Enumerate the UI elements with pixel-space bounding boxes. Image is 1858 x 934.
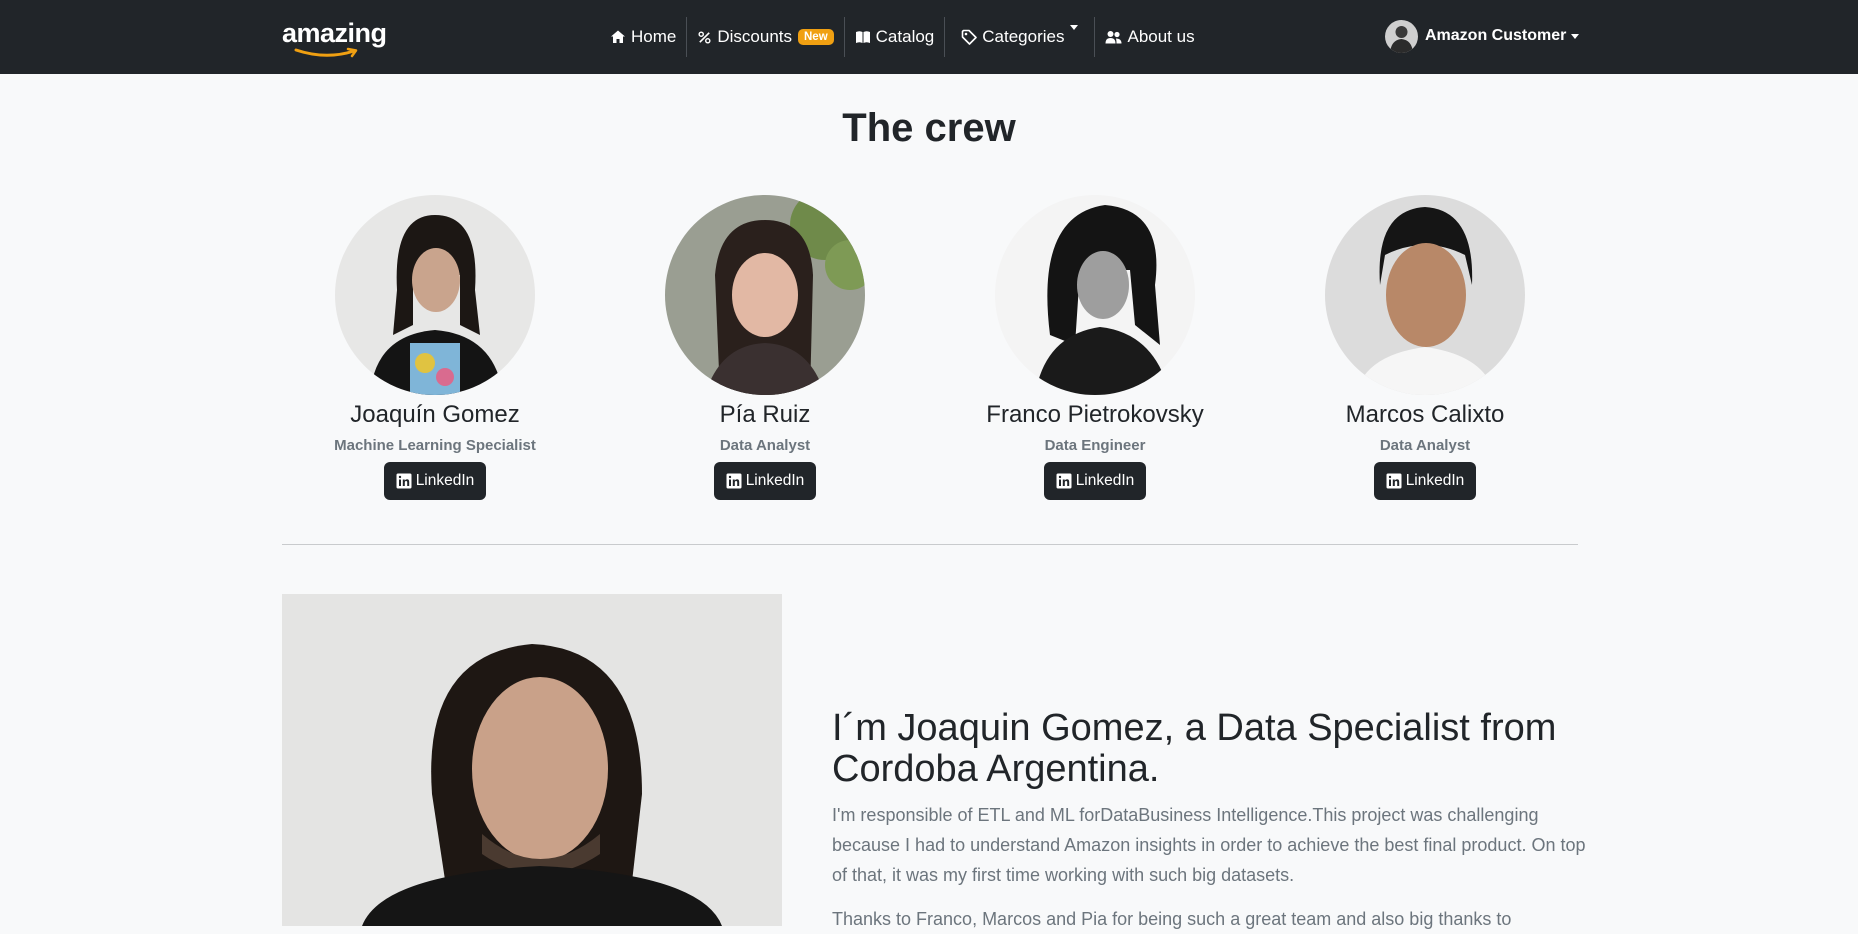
linkedin-icon <box>1386 473 1402 489</box>
book-icon <box>855 31 870 43</box>
member-name: Joaquín Gomez <box>350 401 520 428</box>
linkedin-label: LinkedIn <box>1075 472 1135 489</box>
nav-home[interactable]: Home <box>600 17 686 57</box>
user-name: Amazon Customer <box>1425 27 1567 44</box>
member-photo <box>995 195 1195 395</box>
nav-catalog-label: Catalog <box>875 27 935 46</box>
brand-logo[interactable]: amazing <box>282 18 387 58</box>
avatar <box>1385 19 1418 53</box>
percent-icon <box>698 30 711 44</box>
nav-home-label: Home <box>631 27 677 46</box>
section-divider <box>282 544 1578 545</box>
member-photo <box>665 195 865 395</box>
nav-about-us-label: About us <box>1127 27 1195 46</box>
feature-paragraph: Thanks to Franco, Marcos and Pia for bei… <box>832 909 1512 929</box>
chevron-down-icon <box>1070 24 1079 30</box>
linkedin-label: LinkedIn <box>1405 472 1465 489</box>
nav-categories-label: Categories <box>982 27 1065 46</box>
new-badge: New <box>798 29 834 45</box>
crew-member-card: Franco Pietrokovsky Data Engineer Linked… <box>965 195 1225 500</box>
house-icon <box>611 30 625 43</box>
linkedin-icon <box>726 473 742 489</box>
member-role: Machine Learning Specialist <box>334 437 536 454</box>
brand-name: amazing <box>282 18 387 48</box>
linkedin-icon <box>1056 473 1072 489</box>
linkedin-button[interactable]: LinkedIn <box>1373 462 1477 500</box>
member-role: Data Engineer <box>1044 437 1146 454</box>
navbar: amazing Home Discounts New Catalog Categ… <box>0 0 1858 74</box>
member-name: Pía Ruiz <box>719 401 811 428</box>
feature-heading: I´m Joaquin Gomez, a Data Specialist fro… <box>832 707 1557 790</box>
nav-discounts-label: Discounts <box>717 27 792 46</box>
nav-discounts[interactable]: Discounts New <box>687 17 843 57</box>
linkedin-label: LinkedIn <box>415 472 475 489</box>
linkedin-icon <box>396 473 412 489</box>
member-name: Marcos Calixto <box>1345 401 1505 428</box>
member-photo <box>1325 195 1525 395</box>
linkedin-label: LinkedIn <box>745 472 805 489</box>
chevron-down-icon <box>1571 33 1580 39</box>
member-role: Data Analyst <box>1379 437 1471 454</box>
crew-member-card: Marcos Calixto Data Analyst LinkedIn <box>1295 195 1555 500</box>
nav-categories[interactable]: Categories <box>945 17 1094 57</box>
linkedin-button[interactable]: LinkedIn <box>383 462 487 500</box>
tag-icon <box>961 29 978 45</box>
linkedin-button[interactable]: LinkedIn <box>1043 462 1147 500</box>
main-nav: Home Discounts New Catalog Categories Ab… <box>600 0 1205 74</box>
nav-about-us[interactable]: About us <box>1095 17 1204 57</box>
featured-member-photo <box>282 594 782 926</box>
crew-member-card: Pía Ruiz Data Analyst LinkedIn <box>635 195 895 500</box>
linkedin-button[interactable]: LinkedIn <box>713 462 817 500</box>
people-icon <box>1105 30 1122 43</box>
member-role: Data Analyst <box>719 437 811 454</box>
nav-catalog[interactable]: Catalog <box>845 17 945 57</box>
member-photo <box>335 195 535 395</box>
feature-paragraph: I'm responsible of ETL and ML forDataBus… <box>832 805 1586 885</box>
crew-member-card: Joaquín Gomez Machine Learning Specialis… <box>305 195 565 500</box>
member-name: Franco Pietrokovsky <box>986 401 1204 428</box>
page-title: The crew <box>842 106 1016 150</box>
user-menu[interactable]: Amazon Customer <box>1385 18 1580 54</box>
smile-arrow-icon <box>294 47 358 58</box>
